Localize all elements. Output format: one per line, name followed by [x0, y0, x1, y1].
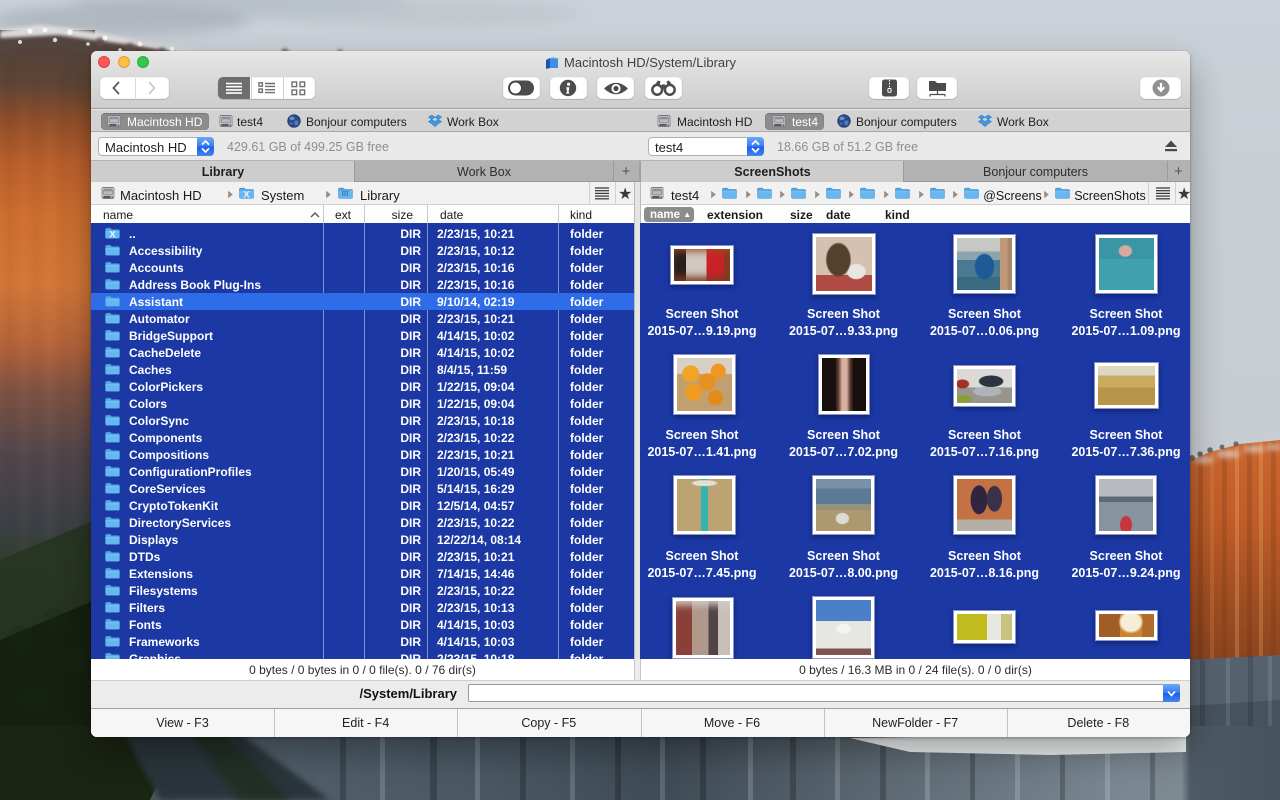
svg-text:X: X — [243, 189, 250, 199]
svg-text:X: X — [109, 229, 116, 239]
